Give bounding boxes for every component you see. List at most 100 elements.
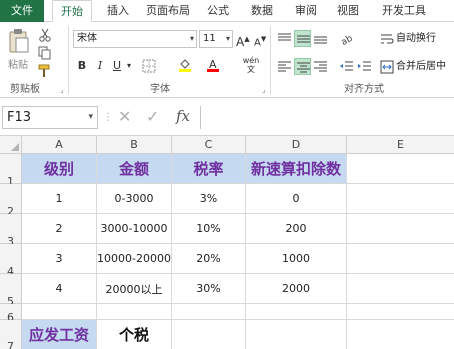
align-middle-button[interactable] — [294, 30, 311, 47]
shrink-font-button[interactable]: A▼ — [254, 31, 266, 48]
table-cell[interactable]: 10% — [172, 214, 246, 244]
insert-function-icon[interactable]: fx — [176, 107, 190, 125]
worksheet-grid[interactable]: A B C D E 1 2 3 4 5 6 7 级别 金额 税率 新速算扣除数 … — [0, 136, 454, 349]
row-header-1[interactable]: 1 — [0, 154, 22, 188]
align-left-button[interactable] — [276, 58, 293, 75]
table-cell[interactable]: 30% — [172, 274, 246, 304]
select-all-button[interactable] — [0, 136, 22, 154]
paste-button-label[interactable]: 粘贴 — [8, 56, 28, 71]
formula-input[interactable] — [200, 106, 454, 129]
table-cell[interactable]: 200 — [246, 214, 347, 244]
table-cell[interactable]: 0 — [246, 184, 347, 214]
grow-font-button[interactable]: A▲ — [236, 31, 250, 49]
font-size-combo[interactable]: 11 ▾ — [199, 30, 233, 48]
tab-home[interactable]: 开始 — [52, 0, 92, 23]
chevron-down-icon[interactable]: ▾ — [190, 31, 194, 47]
table-cell[interactable]: 3 — [22, 244, 97, 274]
empty-cell[interactable] — [347, 244, 454, 274]
italic-button[interactable]: I — [93, 58, 107, 74]
column-header-a[interactable]: A — [22, 136, 97, 154]
empty-cell[interactable] — [347, 154, 454, 184]
table-cell[interactable]: 10000-20000 — [97, 244, 172, 274]
table-header-cell[interactable]: 新速算扣除数 — [246, 154, 347, 184]
empty-cell[interactable] — [347, 274, 454, 304]
merge-center-button[interactable]: 合并后居中 — [396, 59, 446, 75]
align-right-button[interactable] — [312, 58, 329, 75]
column-header-c[interactable]: C — [172, 136, 246, 154]
orientation-icon[interactable]: ab — [338, 30, 355, 47]
table-cell[interactable]: 3000-10000 — [97, 214, 172, 244]
row-header-6[interactable]: 6 — [0, 304, 22, 324]
font-size-value: 11 — [203, 33, 216, 44]
tab-data[interactable]: 数据 — [244, 0, 280, 22]
empty-cell[interactable] — [347, 304, 454, 320]
increase-indent-icon[interactable] — [356, 58, 373, 75]
table-cell[interactable]: 20% — [172, 244, 246, 274]
table-cell[interactable]: 2 — [22, 214, 97, 244]
table-cell[interactable]: 1000 — [246, 244, 347, 274]
row-header-7[interactable]: 7 — [0, 320, 22, 349]
tab-developer[interactable]: 开发工具 — [376, 0, 432, 22]
empty-cell[interactable] — [246, 304, 347, 320]
table-header-cell[interactable]: 金额 — [97, 154, 172, 184]
wrap-text-icon[interactable] — [380, 32, 394, 46]
font-color-icon[interactable]: A — [206, 58, 220, 72]
tab-review[interactable]: 审阅 — [288, 0, 324, 22]
bold-button[interactable]: B — [75, 58, 89, 74]
column-header-d[interactable]: D — [246, 136, 347, 154]
borders-icon[interactable] — [142, 59, 156, 73]
fill-color-icon[interactable] — [178, 58, 192, 72]
copy-icon[interactable] — [38, 46, 52, 60]
table-cell[interactable]: 2000 — [246, 274, 347, 304]
align-center-button[interactable] — [294, 58, 311, 75]
table-cell[interactable]: 1 — [22, 184, 97, 214]
row-header-4[interactable]: 4 — [0, 244, 22, 278]
empty-cell[interactable] — [347, 320, 454, 349]
table-cell[interactable]: 3% — [172, 184, 246, 214]
wrap-text-button[interactable]: 自动换行 — [396, 31, 436, 47]
decrease-indent-icon[interactable] — [338, 58, 355, 75]
chevron-down-icon[interactable]: ▾ — [88, 107, 93, 128]
column-header-e[interactable]: E — [347, 136, 454, 154]
tax-label-cell[interactable]: 个税 — [97, 320, 172, 349]
empty-cell[interactable] — [97, 304, 172, 320]
font-name-combo[interactable]: 宋体 ▾ — [73, 30, 197, 48]
empty-cell[interactable] — [172, 304, 246, 320]
table-header-cell[interactable]: 税率 — [172, 154, 246, 184]
gross-salary-label-cell[interactable]: 应发工资 — [22, 320, 97, 349]
chevron-down-icon[interactable]: ▾ — [226, 31, 230, 47]
paste-icon[interactable] — [8, 28, 30, 54]
align-top-button[interactable] — [276, 30, 293, 47]
tab-file[interactable]: 文件 — [0, 0, 44, 22]
clipboard-launcher-icon[interactable]: ⌟ — [60, 85, 64, 94]
column-header-b[interactable]: B — [97, 136, 172, 154]
table-cell[interactable]: 20000以上 — [97, 274, 172, 304]
row-header-3[interactable]: 3 — [0, 214, 22, 248]
cut-icon[interactable] — [38, 28, 52, 42]
cancel-icon[interactable]: ✕ — [118, 107, 131, 126]
table-header-cell[interactable]: 级别 — [22, 154, 97, 184]
phonetic-button[interactable]: wén 文 — [240, 56, 262, 74]
empty-cell[interactable] — [172, 320, 246, 349]
row-header-5[interactable]: 5 — [0, 274, 22, 308]
underline-button[interactable]: U — [110, 58, 124, 74]
empty-cell[interactable] — [246, 320, 347, 349]
format-painter-icon[interactable] — [38, 64, 52, 78]
empty-cell[interactable] — [347, 184, 454, 214]
align-bottom-button[interactable] — [312, 30, 329, 47]
empty-cell[interactable] — [22, 304, 97, 320]
formula-bar-grip-icon[interactable]: ⋮ — [103, 112, 113, 123]
name-box[interactable]: F13 ▾ — [2, 106, 98, 129]
tab-insert[interactable]: 插入 — [100, 0, 136, 22]
merge-center-icon[interactable] — [380, 60, 394, 74]
table-cell[interactable]: 4 — [22, 274, 97, 304]
row-header-2[interactable]: 2 — [0, 184, 22, 218]
chevron-down-icon[interactable]: ▾ — [125, 58, 133, 74]
table-cell[interactable]: 0-3000 — [97, 184, 172, 214]
tab-view[interactable]: 视图 — [330, 0, 366, 22]
enter-icon[interactable]: ✓ — [146, 107, 159, 126]
tab-page-layout[interactable]: 页面布局 — [140, 0, 196, 22]
empty-cell[interactable] — [347, 214, 454, 244]
font-launcher-icon[interactable]: ⌟ — [262, 85, 266, 94]
tab-formulas[interactable]: 公式 — [200, 0, 236, 22]
